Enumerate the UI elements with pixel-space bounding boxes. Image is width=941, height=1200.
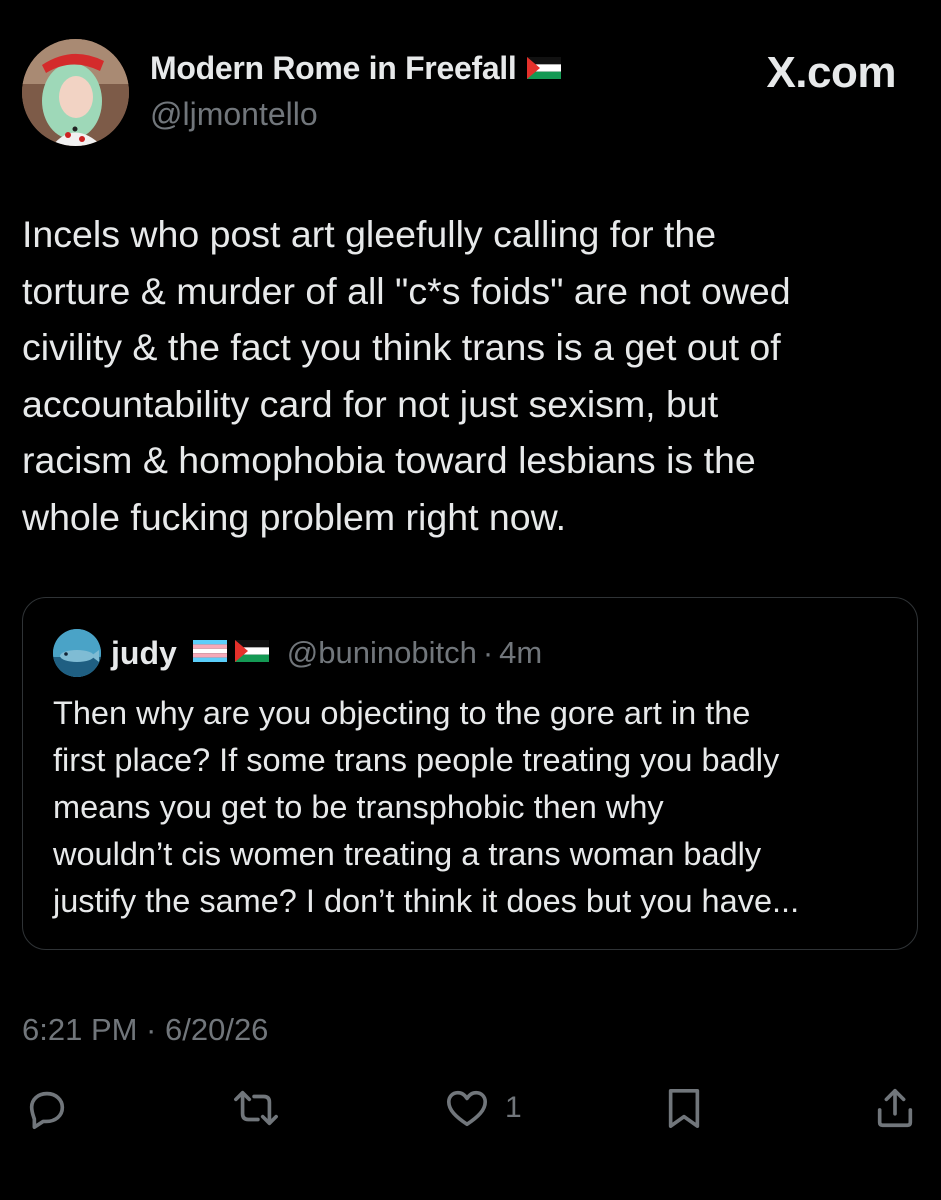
reply-button[interactable]	[24, 1085, 70, 1131]
quoted-tweet-header: judy @buninobitch · 4m	[53, 629, 542, 677]
palestine-flag-icon	[526, 50, 561, 87]
quoted-line: first place? If some trans people treati…	[53, 742, 780, 778]
quoted-tweet-text: Then why are you objecting to the gore a…	[53, 690, 903, 925]
quoted-tweet-time[interactable]: 4m	[499, 635, 542, 671]
tweet-line: accountability card for not just sexism,…	[22, 382, 719, 425]
tweet-line: civility & the fact you think trans is a…	[22, 326, 781, 368]
quoted-author-name[interactable]: judy	[111, 635, 177, 672]
repost-icon	[231, 1085, 281, 1131]
tweet-line: whole fucking problem right now.	[22, 495, 567, 538]
quoted-author-flags	[192, 639, 269, 667]
share-button[interactable]	[872, 1085, 918, 1131]
heart-icon	[443, 1085, 491, 1131]
tweet-line: torture & murder of all "c*s foids" are …	[22, 269, 791, 312]
tweet-line: Incels who post art gleefully calling fo…	[22, 213, 717, 255]
quoted-author-handle[interactable]: @buninobitch	[287, 635, 477, 671]
palestine-flag-icon	[234, 639, 269, 667]
quoted-tweet-card[interactable]: judy @buninobitch · 4m Then why are you …	[22, 597, 918, 950]
like-count: 1	[505, 1091, 522, 1124]
site-badge: X.com	[766, 48, 896, 97]
tweet-line: racism & homophobia toward lesbians is t…	[22, 439, 756, 481]
trans-flag-icon	[192, 639, 227, 667]
quoted-line: means you get to be transphobic then why	[53, 789, 664, 825]
share-icon	[872, 1085, 918, 1131]
quoted-line: justify the same? I don’t think it does …	[53, 883, 800, 919]
quoted-line: Then why are you objecting to the gore a…	[53, 695, 751, 731]
separator-dot: ·	[482, 635, 494, 670]
action-bar: 1	[0, 1085, 941, 1145]
tweet-timestamp[interactable]: 6:21 PM · 6/20/26	[22, 1012, 268, 1048]
quoted-line: wouldn’t cis women treating a trans woma…	[53, 836, 762, 872]
like-button[interactable]: 1	[443, 1085, 522, 1131]
quoted-author-avatar[interactable]	[53, 629, 101, 677]
bookmark-button[interactable]	[663, 1085, 705, 1131]
bookmark-icon	[663, 1085, 705, 1131]
author-avatar[interactable]	[22, 39, 129, 146]
reply-icon	[24, 1085, 70, 1131]
repost-button[interactable]	[231, 1085, 281, 1131]
display-name-text: Modern Rome in Freefall	[150, 50, 517, 86]
tweet-text: Incels who post art gleefully calling fo…	[22, 206, 912, 545]
author-display-name[interactable]: Modern Rome in Freefall	[150, 50, 561, 87]
author-handle[interactable]: @ljmontello	[150, 96, 318, 133]
